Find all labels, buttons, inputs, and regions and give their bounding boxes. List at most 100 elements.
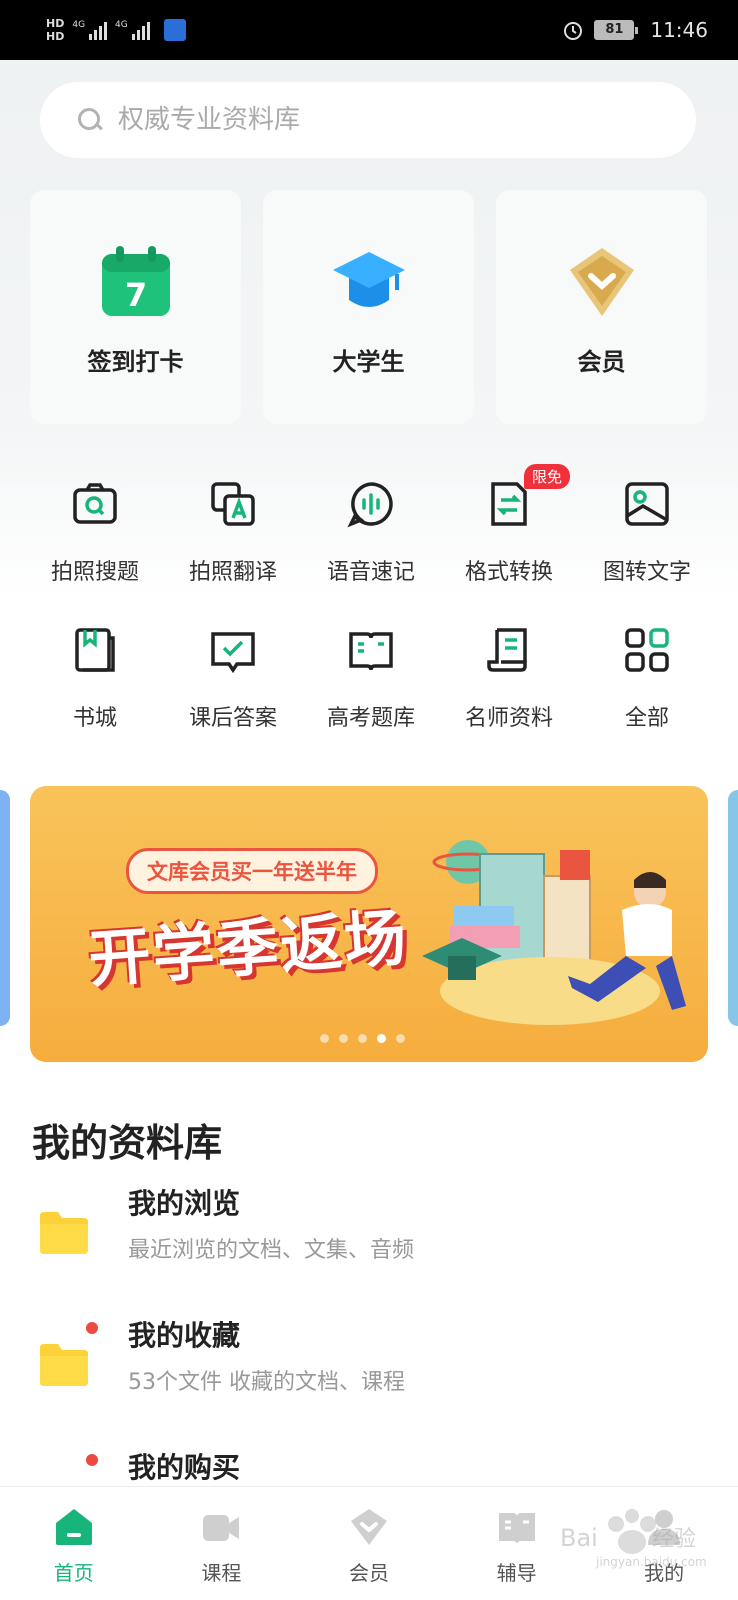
tool-bookstore[interactable]: 书城 xyxy=(26,616,164,762)
carousel-dots xyxy=(320,1034,405,1043)
document-icon xyxy=(487,628,527,672)
tool-format-convert[interactable]: 格式转换 限免 xyxy=(440,464,578,616)
tool-all[interactable]: 全部 xyxy=(578,616,716,762)
tab-label: 首页 xyxy=(53,1561,94,1585)
svg-text:经验: 经验 xyxy=(652,1527,696,1552)
library-item-browsing[interactable]: 我的浏览 最近浏览的文档、文集、音频 xyxy=(0,1182,738,1292)
carousel-dot[interactable] xyxy=(358,1034,367,1043)
checkin-card[interactable]: 7 签到打卡 xyxy=(30,190,241,424)
tool-label: 书城 xyxy=(72,706,117,731)
tool-label: 全部 xyxy=(624,706,669,731)
new-dot xyxy=(86,1322,98,1334)
tool-label: 课后答案 xyxy=(188,706,277,731)
carousel-dot[interactable] xyxy=(396,1034,405,1043)
app-screen: HD HD 4G 4G 81 11:46 权威专业资料库 7 签到打卡 大学生 … xyxy=(0,0,738,1600)
translate-icon xyxy=(211,482,255,526)
carousel-next-peek[interactable] xyxy=(728,790,738,1026)
tool-voice-notes[interactable]: 语音速记 xyxy=(302,470,440,616)
tools-grid: 拍照搜题 拍照翻译 语音速记 格式转换 限免 图转文字 书城 课后答案 高考题库… xyxy=(26,464,716,762)
notification-app-icon xyxy=(163,19,186,41)
svg-text:Bai: Bai xyxy=(560,1524,598,1552)
tool-teacher-materials[interactable]: 名师资料 xyxy=(440,616,578,762)
video-icon xyxy=(203,1515,240,1541)
signal-icon-2: 4G xyxy=(115,20,150,40)
tab-vip[interactable]: 会员 xyxy=(295,1487,443,1600)
grid-icon xyxy=(625,628,669,672)
calendar-day: 7 xyxy=(124,276,146,314)
tool-label: 名师资料 xyxy=(464,706,553,731)
library-item-name: 我的浏览 xyxy=(128,1187,241,1220)
checkin-label: 签到打卡 xyxy=(87,348,184,376)
tab-courses[interactable]: 课程 xyxy=(148,1487,296,1600)
hd-indicator: HD HD xyxy=(46,17,64,43)
tool-label: 拍照搜题 xyxy=(50,560,139,585)
battery-icon: 81 xyxy=(594,20,639,40)
carousel-prev-peek[interactable] xyxy=(0,790,10,1026)
status-left: HD HD 4G 4G xyxy=(46,17,186,43)
vip-label: 会员 xyxy=(577,348,626,376)
library-item-name: 我的收藏 xyxy=(128,1319,241,1352)
status-bar: HD HD 4G 4G 81 11:46 xyxy=(0,0,738,60)
tab-label: 课程 xyxy=(201,1561,242,1585)
network-type-1: 4G xyxy=(72,20,86,30)
banner-tag: 文库会员买一年送半年 xyxy=(126,848,378,894)
status-right: 81 11:46 xyxy=(562,18,708,42)
folder-icon xyxy=(40,1344,88,1386)
tool-label: 拍照翻译 xyxy=(188,560,277,585)
new-dot xyxy=(86,1454,98,1466)
tools-row-1: 拍照搜题 拍照翻译 语音速记 格式转换 限免 图转文字 xyxy=(26,464,716,616)
vip-diamond-icon xyxy=(569,248,634,316)
tool-homework-answers[interactable]: 课后答案 xyxy=(164,616,302,762)
calendar-icon: 7 xyxy=(101,246,170,316)
graduation-cap-icon xyxy=(332,252,405,307)
home-icon xyxy=(55,1509,92,1545)
network-type-2: 4G xyxy=(115,20,128,30)
answer-icon xyxy=(211,632,255,674)
exam-icon xyxy=(349,632,393,671)
promo-banner[interactable]: 文库会员买一年送半年 开学季返场 xyxy=(30,786,708,1062)
college-label: 大学生 xyxy=(332,348,405,376)
tab-label: 会员 xyxy=(348,1561,389,1585)
folder-icon xyxy=(40,1212,88,1254)
image-text-icon xyxy=(625,482,669,526)
tools-row-2: 书城 课后答案 高考题库 名师资料 全部 xyxy=(26,616,716,762)
hd1-label: HD xyxy=(46,17,65,30)
tab-label: 辅导 xyxy=(496,1561,537,1585)
tutor-icon xyxy=(498,1513,535,1545)
signal-icon: 4G xyxy=(72,20,108,40)
carousel-dot[interactable] xyxy=(320,1034,329,1043)
free-badge: 限免 xyxy=(524,464,571,489)
college-card[interactable]: 大学生 xyxy=(263,190,474,424)
tool-image-to-text[interactable]: 图转文字 xyxy=(578,470,716,616)
tool-label: 格式转换 xyxy=(464,560,553,585)
feature-cards: 7 签到打卡 大学生 会员 xyxy=(30,190,708,424)
library-title: 我的资料库 xyxy=(32,1121,223,1165)
book-icon xyxy=(75,628,115,672)
alarm-icon xyxy=(564,22,583,40)
search-icon xyxy=(78,108,102,132)
hd2-label: HD xyxy=(46,30,65,43)
search-input[interactable] xyxy=(118,105,618,135)
library-item-desc: 最近浏览的文档、文集、音频 xyxy=(128,1238,415,1263)
vip-icon xyxy=(350,1509,387,1545)
tab-home[interactable]: 首页 xyxy=(0,1487,148,1600)
tool-label: 图转文字 xyxy=(602,560,691,585)
library-item-favorites[interactable]: 我的收藏 53个文件 收藏的文档、课程 xyxy=(0,1314,738,1424)
banner-illustration xyxy=(422,840,686,1025)
tool-photo-translate[interactable]: 拍照翻译 xyxy=(164,470,302,616)
clock: 11:46 xyxy=(650,18,708,42)
svg-text:jingyan.baidu.com: jingyan.baidu.com xyxy=(595,1555,707,1569)
voice-icon xyxy=(347,482,393,528)
watermark-logo: Bai 经验 jingyan.baidu.com xyxy=(560,1509,707,1569)
carousel-dot[interactable] xyxy=(339,1034,348,1043)
tool-label: 高考题库 xyxy=(326,706,415,731)
banner-title: 开学季返场 xyxy=(86,900,411,997)
tool-label: 语音速记 xyxy=(326,560,415,585)
library-item-desc: 53个文件 收藏的文档、课程 xyxy=(128,1370,405,1395)
tool-photo-search[interactable]: 拍照搜题 xyxy=(26,470,164,616)
search-bar[interactable] xyxy=(40,82,696,158)
carousel-dot-active[interactable] xyxy=(377,1034,386,1043)
vip-card[interactable]: 会员 xyxy=(496,190,707,424)
library-item-name: 我的购买 xyxy=(128,1451,241,1484)
tool-gaokao-bank[interactable]: 高考题库 xyxy=(302,616,440,762)
